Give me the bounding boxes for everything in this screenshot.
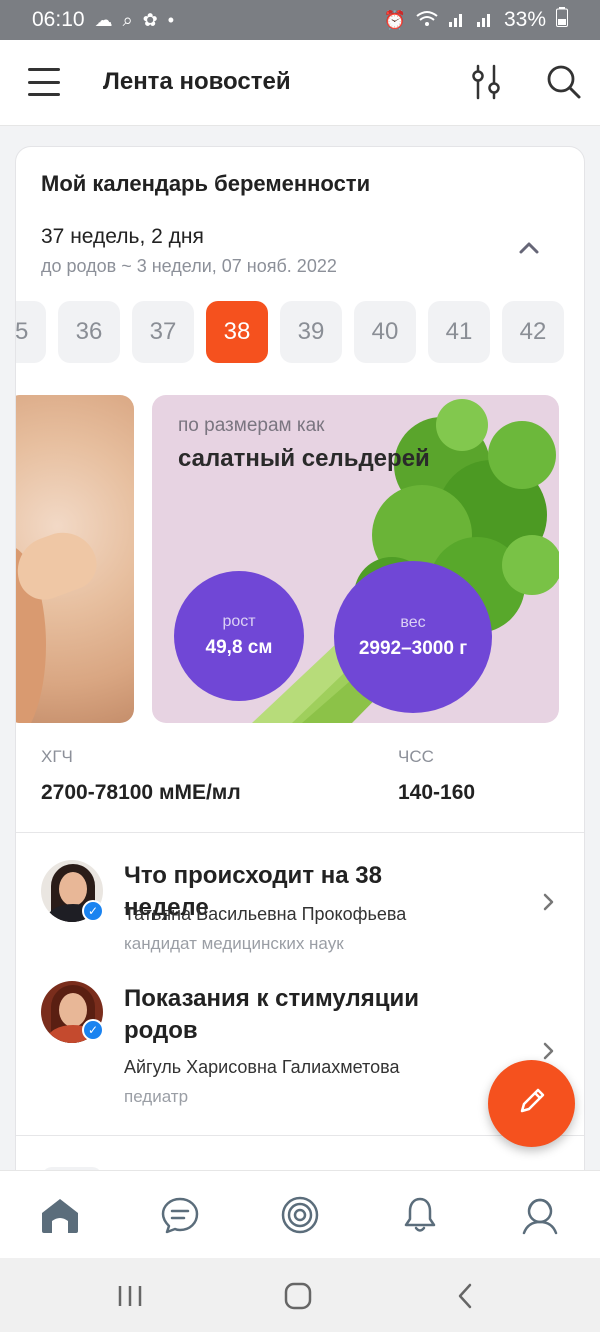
- bottom-nav: [0, 1170, 600, 1258]
- card-title: Мой календарь беременности: [41, 171, 371, 196]
- profile-icon[interactable]: [518, 1193, 562, 1237]
- target-icon[interactable]: [278, 1193, 322, 1237]
- battery-percent: 33%: [503, 8, 546, 31]
- bell-icon[interactable]: [398, 1193, 442, 1237]
- weeks-status: 37 недель, 2 дня: [41, 225, 204, 248]
- chevron-up-icon[interactable]: [514, 233, 544, 263]
- search-icon[interactable]: [544, 62, 584, 102]
- week-selector: 35 36 37 38 39 40 41 42: [16, 301, 584, 365]
- baby-illustration[interactable]: [16, 395, 134, 723]
- pregnancy-calendar-card: Мой календарь беременности 37 недель, 2 …: [15, 146, 585, 1186]
- metric-label: ХГЧ: [41, 747, 73, 766]
- weight-value: 2992–3000 г: [358, 638, 468, 659]
- cloud-icon: ☁: [94, 10, 113, 30]
- chevron-right-icon: [542, 892, 556, 912]
- metric-value: 140-160: [398, 781, 476, 804]
- size-name: салатный сельдерей: [178, 445, 430, 472]
- home-button-icon[interactable]: [280, 1280, 316, 1312]
- height-label: рост: [222, 613, 256, 630]
- verified-icon: ✓: [82, 1019, 104, 1041]
- week-chip[interactable]: 37: [132, 301, 194, 363]
- page-title: Лента новостей: [103, 68, 291, 95]
- article-role: педиатр: [124, 1087, 189, 1106]
- week-chip-selected[interactable]: 38: [206, 301, 268, 363]
- home-icon[interactable]: [38, 1193, 82, 1237]
- system-nav-bar: [0, 1258, 600, 1332]
- wifi-icon: [416, 10, 438, 31]
- week-chip[interactable]: 41: [428, 301, 490, 363]
- filter-icon[interactable]: [468, 62, 504, 102]
- app-icon: ✿: [142, 10, 158, 30]
- hcg-metric: ХГЧ 2700-78100 мМЕ/мл: [41, 747, 241, 805]
- signal-icon: [476, 10, 494, 31]
- app-bar: Лента новостей: [0, 40, 600, 126]
- weight-bubble: вес 2992–3000 г: [334, 561, 492, 713]
- battery-icon: [556, 7, 568, 33]
- article-role: кандидат медицинских наук: [124, 934, 344, 953]
- article-author: Айгуль Харисовна Галиахметова: [124, 1057, 400, 1077]
- article-item[interactable]: ✓ Что происходит на 38 неделе Татьяна Ва…: [16, 852, 584, 962]
- recents-icon[interactable]: [112, 1280, 148, 1312]
- week-chip[interactable]: 40: [354, 301, 416, 363]
- metric-value: 2700-78100 мМЕ/мл: [41, 781, 241, 804]
- week-chip[interactable]: 42: [502, 301, 564, 363]
- divider: [16, 1135, 584, 1136]
- back-icon[interactable]: [448, 1280, 484, 1312]
- heart-rate-metric: ЧСС 140-160: [398, 747, 475, 805]
- status-time: 06:10: [32, 8, 85, 31]
- due-date: до родов ~ 3 недели, 07 нояб. 2022: [41, 256, 337, 276]
- metric-label: ЧСС: [398, 747, 434, 766]
- compose-button[interactable]: [488, 1060, 575, 1147]
- alarm-icon: ⏰: [383, 10, 406, 30]
- week-chip[interactable]: 35: [16, 301, 46, 363]
- fruit-size-card[interactable]: по размерам как салатный сельдерей рост …: [152, 395, 559, 723]
- chevron-right-icon: [542, 1041, 556, 1061]
- week-chip[interactable]: 36: [58, 301, 120, 363]
- weight-label: вес: [400, 614, 426, 631]
- week-chip[interactable]: 39: [280, 301, 342, 363]
- status-bar: 06:10 ☁ ⌕ ✿ • ⏰ 33%: [0, 0, 600, 40]
- article-title: Показания к стимуляции родов: [124, 985, 419, 1044]
- chat-icon[interactable]: [158, 1193, 202, 1237]
- divider: [16, 832, 584, 833]
- size-caption: по размерам как: [178, 415, 325, 436]
- menu-icon[interactable]: [28, 68, 60, 96]
- pencil-icon: [514, 1083, 550, 1124]
- signal-icon: [448, 10, 466, 31]
- search-icon: ⌕: [122, 10, 133, 30]
- verified-icon: ✓: [82, 900, 104, 922]
- dot-icon: •: [167, 10, 175, 30]
- article-author: Татьяна Васильевна Прокофьева: [124, 904, 407, 924]
- height-bubble: рост 49,8 см: [174, 571, 304, 701]
- height-value: 49,8 см: [205, 637, 273, 658]
